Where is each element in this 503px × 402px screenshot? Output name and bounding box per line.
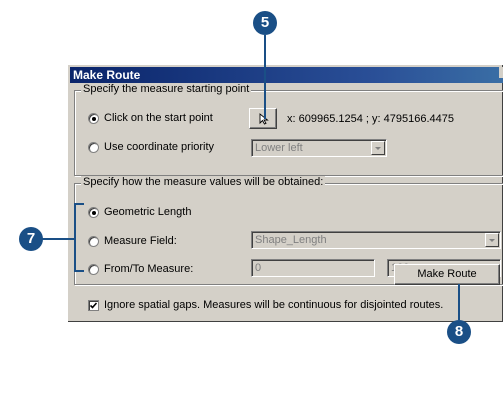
- radio-from-to-measure[interactable]: From/To Measure:: [88, 263, 193, 275]
- start-point-coordinates: x: 609965.1254 ; y: 4795166.4475: [287, 113, 454, 125]
- radio-geometric-length[interactable]: Geometric Length: [88, 206, 191, 218]
- callout-8-leader: [458, 284, 460, 320]
- radio-button[interactable]: [88, 263, 99, 275]
- radio-from-to-measure-label: From/To Measure:: [104, 263, 194, 275]
- ignore-gaps-label: Ignore spatial gaps. Measures will be co…: [104, 299, 444, 311]
- callout-7-bracket-vertical: [74, 203, 76, 272]
- chevron-down-icon[interactable]: [371, 141, 385, 155]
- callout-8: 8: [447, 320, 471, 344]
- from-measure-input[interactable]: 0: [251, 259, 375, 277]
- measure-field-dropdown-value: Shape_Length: [255, 234, 327, 246]
- radio-click-start-point[interactable]: Click on the start point: [88, 112, 213, 124]
- from-measure-value: 0: [255, 262, 262, 274]
- radio-button-checked[interactable]: [88, 206, 99, 218]
- dialog-title: Make Route: [70, 67, 503, 83]
- measure-values-group-label: Specify how the measure values will be o…: [81, 176, 326, 188]
- pick-start-point-button[interactable]: [249, 108, 277, 129]
- callout-7-leader-horizontal: [40, 238, 76, 240]
- chevron-down-icon[interactable]: [485, 233, 499, 247]
- start-point-group-label: Specify the measure starting point: [81, 83, 252, 95]
- radio-button[interactable]: [88, 141, 99, 153]
- callout-5-leader: [264, 35, 266, 119]
- title-close-button[interactable]: [499, 67, 503, 78]
- priority-dropdown-value: Lower left: [255, 142, 303, 154]
- coordinates-text: x: 609965.1254 ; y: 4795166.4475: [287, 113, 454, 125]
- priority-dropdown[interactable]: Lower left: [251, 139, 387, 157]
- checkmark-icon: [90, 301, 97, 309]
- radio-measure-field-label: Measure Field:: [104, 235, 177, 247]
- radio-coordinate-priority-label: Use coordinate priority: [104, 141, 215, 153]
- radio-click-start-point-label: Click on the start point: [104, 112, 213, 124]
- radio-button[interactable]: [88, 235, 99, 247]
- callout-7-bracket-top: [74, 203, 84, 205]
- start-point-group: Specify the measure starting point: [74, 83, 503, 176]
- callout-7-bracket-bottom: [74, 270, 84, 272]
- make-route-button[interactable]: Make Route: [394, 264, 500, 285]
- radio-measure-field[interactable]: Measure Field:: [88, 235, 177, 247]
- callout-7: 7: [19, 227, 43, 251]
- measure-field-dropdown[interactable]: Shape_Length: [251, 231, 501, 249]
- make-route-button-label: Make Route: [417, 268, 477, 280]
- make-route-dialog: Make Route Specify the measure starting …: [66, 64, 503, 322]
- radio-geometric-length-label: Geometric Length: [104, 206, 192, 218]
- callout-5: 5: [253, 11, 277, 35]
- ignore-gaps-checkbox-row[interactable]: Ignore spatial gaps. Measures will be co…: [88, 299, 443, 311]
- radio-button-checked[interactable]: [88, 112, 99, 124]
- radio-coordinate-priority[interactable]: Use coordinate priority: [88, 141, 214, 153]
- ignore-gaps-checkbox[interactable]: [88, 299, 99, 311]
